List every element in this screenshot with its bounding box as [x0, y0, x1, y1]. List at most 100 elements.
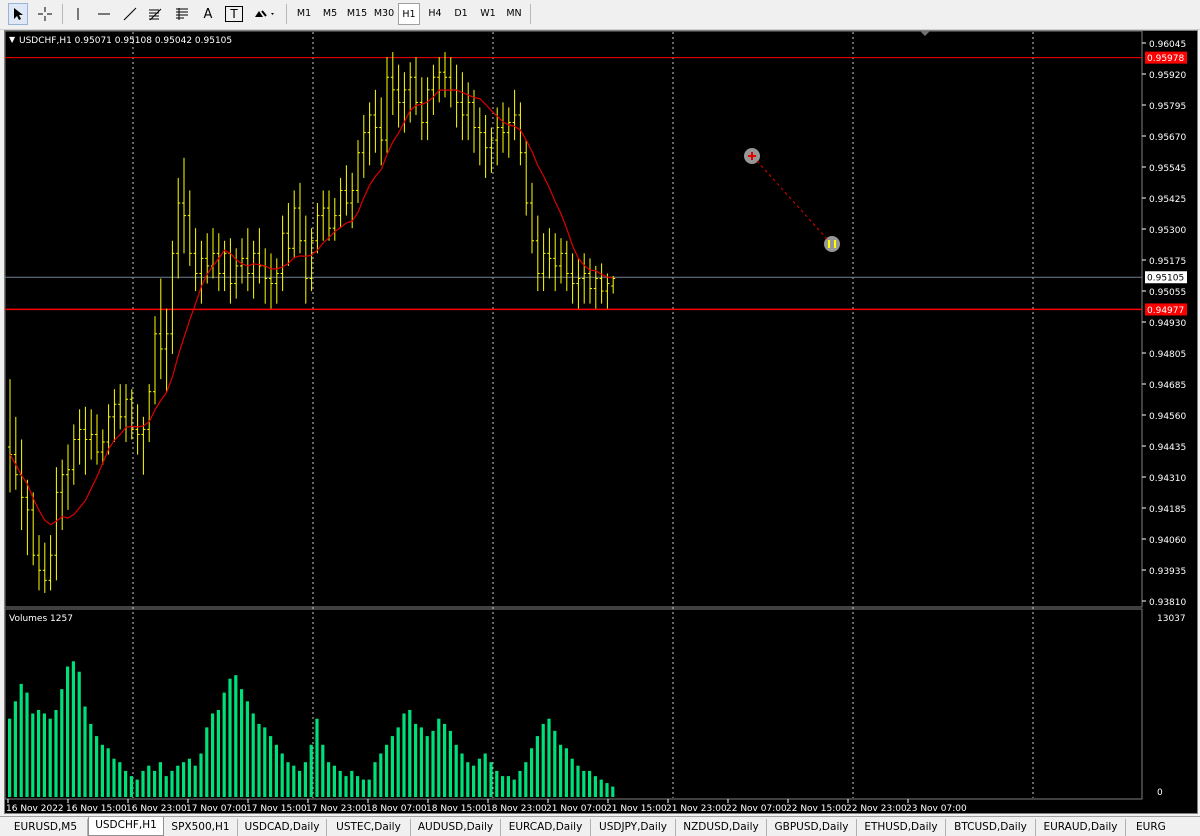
volume-bar	[42, 713, 46, 797]
ohlc-bar	[559, 238, 563, 284]
tab-gbpusd-daily[interactable]: GBPUSD,Daily	[767, 819, 857, 836]
volume-bar	[535, 736, 539, 797]
volume-bar	[350, 770, 354, 797]
tab-euraud-daily[interactable]: EURAUD,Daily	[1036, 819, 1126, 836]
time-axis-label: 16 Nov 15:00	[66, 804, 127, 813]
tab-ustec-daily[interactable]: USTEC,Daily	[327, 819, 411, 836]
volume-bar	[315, 718, 319, 797]
ohlc-bar	[489, 127, 494, 173]
ohlc-bar	[164, 308, 169, 392]
price-axis-label: 0.94185	[1149, 505, 1186, 515]
text-label-icon[interactable]: T	[225, 6, 243, 22]
time-axis-label: 18 Nov 15:00	[426, 804, 487, 813]
volume-bar	[402, 713, 406, 797]
chart-shift-marker[interactable]	[920, 31, 930, 36]
ohlc-bar	[199, 240, 204, 304]
toolbar-separator	[286, 4, 287, 24]
volume-bar	[280, 753, 284, 797]
ohlc-bar	[182, 157, 186, 254]
timeframe-m15[interactable]: M15	[344, 3, 370, 25]
time-axis-label: 23 Nov 07:00	[906, 804, 967, 813]
price-axis-label: 0.95920	[1149, 71, 1186, 81]
price-axis-label: 0.94310	[1149, 474, 1186, 484]
text-icon[interactable]: A	[199, 3, 217, 25]
price-axis-label: 0.94560	[1149, 412, 1186, 422]
ohlc-bar	[611, 275, 616, 294]
tab-spx500-h1[interactable]: SPX500,H1	[164, 819, 238, 836]
timeframe-m1[interactable]: M1	[292, 3, 316, 25]
time-axis-label: 17 Nov 07:00	[186, 804, 247, 813]
volume-bar	[31, 713, 35, 797]
volume-bar	[477, 758, 481, 797]
channel-icon[interactable]	[172, 3, 192, 25]
timeframe-d1[interactable]: D1	[449, 3, 473, 25]
volume-bar	[489, 762, 493, 797]
volume-bar	[327, 762, 331, 797]
tab-usdcad-daily[interactable]: USDCAD,Daily	[238, 819, 327, 836]
ohlc-bar	[263, 248, 268, 304]
cursor-icon[interactable]	[8, 3, 28, 25]
time-axis-label: 16 Nov 2022	[6, 804, 64, 813]
moving-average-line	[9, 89, 614, 526]
ohlc-bar	[570, 253, 575, 304]
tab-ethusd-daily[interactable]: ETHUSD,Daily	[857, 819, 946, 836]
tab-eurusd-m5[interactable]: EURUSD,M5	[4, 819, 88, 836]
volume-bar	[274, 744, 278, 797]
volume-bar	[431, 730, 435, 797]
price-axis-label: 0.95795	[1149, 102, 1186, 112]
volume-bar	[408, 710, 412, 797]
timeframe-h4[interactable]: H4	[423, 3, 447, 25]
volume-bar	[205, 727, 209, 797]
volume-bar	[414, 723, 418, 797]
tab-eurg[interactable]: EURG	[1126, 819, 1200, 836]
timeframe-w1[interactable]: W1	[476, 3, 500, 25]
ohlc-bar	[564, 240, 569, 292]
price-chart[interactable]: 0.96045 0.95920 0.95795 0.95670 0.95545 0.954…	[5, 31, 1197, 813]
volume-bar	[170, 770, 174, 797]
shapes-icon[interactable]	[252, 3, 278, 25]
vertical-line-icon[interactable]	[68, 3, 88, 25]
ohlc-bar	[303, 215, 308, 304]
horizontal-line-icon[interactable]	[94, 3, 114, 25]
tab-usdjpy-daily[interactable]: USDJPY,Daily	[591, 819, 676, 836]
volume-bar	[541, 723, 545, 797]
tab-nzdusd-daily[interactable]: NZDUSD,Daily	[676, 819, 767, 836]
ohlc-bar	[535, 215, 540, 292]
ohlc-bar	[274, 258, 279, 304]
price-axis-label: 0.96045	[1149, 40, 1186, 50]
timeframe-h1[interactable]: H1	[398, 3, 420, 25]
volumes-label: Volumes 1257	[9, 614, 73, 624]
tab-audusd-daily[interactable]: AUDUSD,Daily	[411, 819, 501, 836]
crosshair-icon[interactable]	[35, 3, 55, 25]
volume-bar	[25, 692, 29, 797]
time-axis-label: 21 Nov 15:00	[606, 804, 667, 813]
volume-bar	[559, 744, 563, 797]
ohlc-bar	[147, 384, 152, 443]
volume-bar	[466, 762, 470, 797]
symbol-dropdown-icon[interactable]: ▼	[9, 35, 16, 44]
volume-bar	[483, 753, 487, 797]
volume-bar	[135, 779, 139, 797]
time-axis-label: 17 Nov 15:00	[246, 804, 307, 813]
trendline-icon[interactable]	[120, 3, 140, 25]
tab-eurcad-daily[interactable]: EURCAD,Daily	[501, 819, 591, 836]
volume-bar	[437, 718, 441, 797]
time-axis-label: 16 Nov 23:00	[126, 804, 187, 813]
tab-usdchf-h1[interactable]: USDCHF,H1	[88, 817, 164, 836]
ohlc-bar	[31, 492, 36, 566]
volume-bar	[228, 678, 232, 797]
volume-bar	[599, 779, 603, 797]
ohlc-bar	[530, 182, 534, 254]
tab-btcusd-daily[interactable]: BTCUSD,Daily	[946, 819, 1036, 836]
chart-window[interactable]: 0.96045 0.95920 0.95795 0.95670 0.95545 0.954…	[4, 30, 1198, 814]
volume-bar	[530, 748, 534, 797]
timeframe-m30[interactable]: M30	[371, 3, 397, 25]
ohlc-bar	[321, 190, 326, 241]
volume-bar	[164, 776, 168, 797]
volume-bar	[8, 718, 12, 797]
price-bars	[8, 52, 616, 593]
fibonacci-icon[interactable]	[146, 3, 166, 25]
timeframe-m5[interactable]: M5	[318, 3, 342, 25]
ohlc-bar	[118, 384, 123, 430]
timeframe-mn[interactable]: MN	[502, 3, 526, 25]
